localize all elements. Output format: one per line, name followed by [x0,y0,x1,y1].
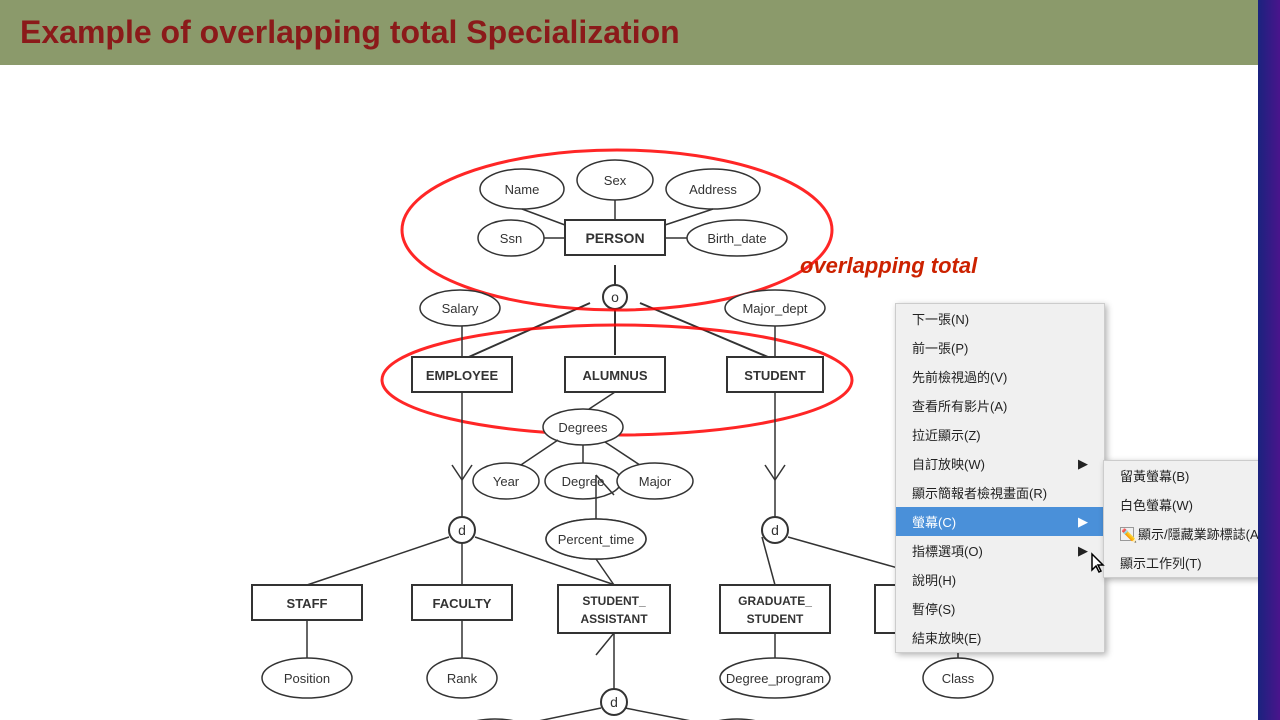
svg-text:Major_dept: Major_dept [742,301,807,316]
svg-text:STUDENT: STUDENT [744,368,805,383]
menu-item-end[interactable]: 結束放映(E) [896,623,1104,652]
submenu-item-taskbar[interactable]: 顯示工作列(T) [1104,548,1258,577]
submenu-item-white[interactable]: 白色螢幕(W) [1104,490,1258,519]
menu-item-custom[interactable]: 自訂放映(W) ▶ [896,449,1104,478]
submenu: 留黃螢幕(B) 白色螢幕(W) ✏️ 顯示/隱藏業跡標誌(A) 顯示工作列(T) [1103,460,1258,578]
submenu-item-yellow[interactable]: 留黃螢幕(B) [1104,461,1258,490]
right-sidebar-stripe [1258,0,1280,720]
svg-text:d: d [610,694,618,710]
svg-text:d: d [771,522,779,538]
svg-text:FACULTY: FACULTY [433,596,492,611]
header: Example of overlapping total Specializat… [0,0,1280,65]
svg-text:STUDENT_: STUDENT_ [582,594,646,608]
svg-text:Birth_date: Birth_date [707,231,766,246]
cursor-icon [1090,552,1110,572]
svg-text:Class: Class [942,671,975,686]
svg-text:GRADUATE_: GRADUATE_ [738,594,812,608]
submenu-item-show-hide[interactable]: ✏️ 顯示/隱藏業跡標誌(A) [1104,519,1258,548]
menu-item-next[interactable]: 下一張(N) [896,304,1104,333]
svg-text:Position: Position [284,671,330,686]
menu-item-presenter[interactable]: 顯示簡報者檢視畫面(R) [896,478,1104,507]
svg-text:o: o [611,289,619,305]
menu-item-pause[interactable]: 暫停(S) [896,594,1104,623]
menu-item-zoom[interactable]: 拉近顯示(Z) [896,420,1104,449]
show-hide-icon: ✏️ [1120,527,1134,541]
menu-item-pointer[interactable]: 指標選項(O) ▶ [896,536,1104,565]
svg-text:STUDENT: STUDENT [747,612,804,626]
svg-text:Major: Major [639,474,672,489]
svg-text:Address: Address [689,182,737,197]
context-menu: 下一張(N) 前一張(P) 先前檢視過的(V) 查看所有影片(A) 拉近顯示(Z… [895,303,1105,653]
svg-text:Degree_program: Degree_program [726,671,824,686]
svg-text:ALUMNUS: ALUMNUS [583,368,648,383]
svg-text:Rank: Rank [447,671,478,686]
menu-item-all-videos[interactable]: 查看所有影片(A) [896,391,1104,420]
svg-text:ASSISTANT: ASSISTANT [580,612,648,626]
menu-item-prev-view[interactable]: 先前檢視過的(V) [896,362,1104,391]
svg-text:Percent_time: Percent_time [558,532,635,547]
svg-text:Ssn: Ssn [500,231,522,246]
page-title: Example of overlapping total Specializat… [20,14,680,51]
main-content: o PERSON Name Sex Address Ssn Birth_date [0,65,1258,720]
overlap-label: overlapping total [800,253,977,279]
svg-text:STAFF: STAFF [287,596,328,611]
svg-text:Degrees: Degrees [558,420,608,435]
svg-text:PERSON: PERSON [585,230,644,246]
svg-text:EMPLOYEE: EMPLOYEE [426,368,499,383]
svg-text:Name: Name [505,182,540,197]
menu-item-screen[interactable]: 螢幕(C) ▶ [896,507,1104,536]
svg-text:d: d [458,522,466,538]
menu-item-prev[interactable]: 前一張(P) [896,333,1104,362]
svg-text:Year: Year [493,474,520,489]
svg-text:Salary: Salary [442,301,479,316]
svg-text:Sex: Sex [604,173,627,188]
menu-item-help[interactable]: 說明(H) [896,565,1104,594]
